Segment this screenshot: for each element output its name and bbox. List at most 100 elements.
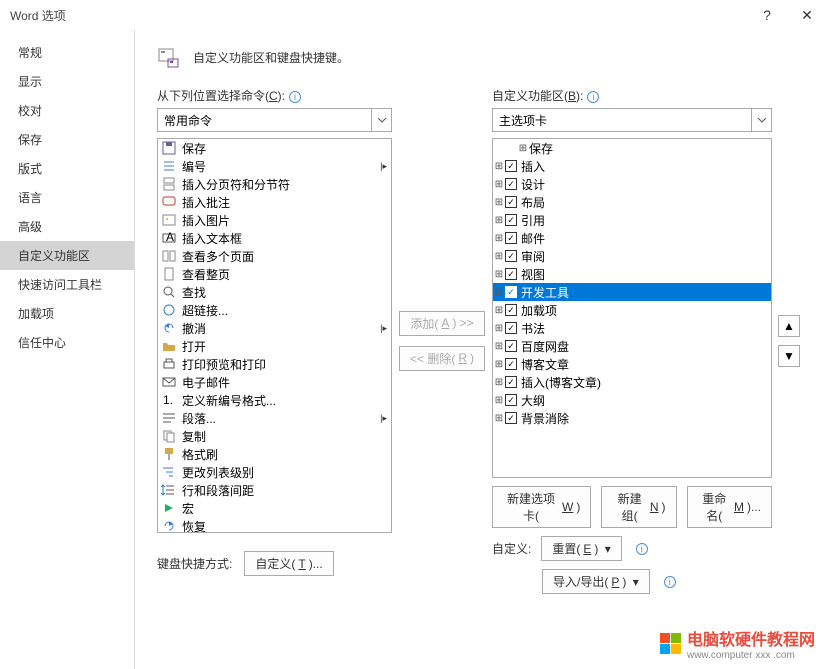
sidebar-item-8[interactable]: 快速访问工具栏	[0, 270, 134, 299]
checkbox[interactable]: ✓	[505, 286, 517, 298]
command-item[interactable]: 格式刷	[158, 445, 391, 463]
expand-icon[interactable]: ⊞	[493, 251, 505, 262]
command-item[interactable]: 复制	[158, 427, 391, 445]
commands-from-combo[interactable]: 常用命令	[157, 108, 392, 132]
sidebar-item-9[interactable]: 加载项	[0, 299, 134, 328]
move-up-button[interactable]: ▲	[778, 315, 800, 337]
sidebar-item-4[interactable]: 版式	[0, 154, 134, 183]
command-item[interactable]: 更改列表级别	[158, 463, 391, 481]
command-item[interactable]: A插入文本框	[158, 229, 391, 247]
checkbox[interactable]: ✓	[505, 394, 517, 406]
checkbox[interactable]: ✓	[505, 412, 517, 424]
command-item[interactable]: 段落...|▸	[158, 409, 391, 427]
command-item[interactable]: 打开	[158, 337, 391, 355]
expand-icon[interactable]: ⊞	[493, 197, 505, 208]
info-icon[interactable]: i	[664, 576, 676, 588]
checkbox[interactable]: ✓	[505, 340, 517, 352]
new-tab-button[interactable]: 新建选项卡(W)	[492, 486, 591, 528]
command-item[interactable]: 插入图片	[158, 211, 391, 229]
command-item[interactable]: 电子邮件	[158, 373, 391, 391]
command-item[interactable]: 行和段落间距	[158, 481, 391, 499]
tree-tab-item[interactable]: ⊞✓插入(博客文章)	[493, 373, 771, 391]
sidebar-item-0[interactable]: 常规	[0, 38, 134, 67]
expand-icon[interactable]: ⊞	[493, 179, 505, 190]
command-item[interactable]: 超链接...	[158, 301, 391, 319]
command-item[interactable]: 保存	[158, 139, 391, 157]
tree-tab-item[interactable]: ⊞✓加载项	[493, 301, 771, 319]
info-icon[interactable]: i	[636, 543, 648, 555]
rename-button[interactable]: 重命名(M)...	[687, 486, 772, 528]
expand-icon[interactable]: ⊞	[493, 395, 505, 406]
chevron-down-icon[interactable]	[751, 109, 771, 131]
sidebar-item-2[interactable]: 校对	[0, 96, 134, 125]
command-item[interactable]: 撤消|▸	[158, 319, 391, 337]
command-item[interactable]: 编号|▸	[158, 157, 391, 175]
expand-icon[interactable]: ⊞	[493, 269, 505, 280]
reset-button[interactable]: 重置(E) ▾	[541, 536, 621, 561]
commands-list[interactable]: 保存编号|▸插入分页符和分节符插入批注插入图片A插入文本框查看多个页面查看整页查…	[157, 138, 392, 533]
expand-icon[interactable]: ⊞	[493, 341, 505, 352]
import-export-button[interactable]: 导入/导出(P) ▾	[542, 569, 650, 594]
tree-tab-item[interactable]: ⊞✓设计	[493, 175, 771, 193]
checkbox[interactable]: ✓	[505, 196, 517, 208]
checkbox[interactable]: ✓	[505, 268, 517, 280]
command-item[interactable]: 查看多个页面	[158, 247, 391, 265]
expand-icon[interactable]: ⊞	[493, 359, 505, 370]
tree-tab-item[interactable]: ⊞✓布局	[493, 193, 771, 211]
expand-icon[interactable]: ⊞	[493, 215, 505, 226]
checkbox[interactable]: ✓	[505, 160, 517, 172]
tree-tab-item[interactable]: ⊞✓审阅	[493, 247, 771, 265]
expand-icon[interactable]: ⊞	[493, 377, 505, 388]
command-item[interactable]: 1.定义新编号格式...	[158, 391, 391, 409]
command-item[interactable]: 恢复	[158, 517, 391, 533]
expand-icon[interactable]: ⊞	[493, 287, 505, 298]
command-item[interactable]: 查看整页	[158, 265, 391, 283]
ribbon-tree[interactable]: ⊞保存⊞✓插入⊞✓设计⊞✓布局⊞✓引用⊞✓邮件⊞✓审阅⊞✓视图⊞✓开发工具⊞✓加…	[492, 138, 772, 478]
command-item[interactable]: 宏	[158, 499, 391, 517]
tree-tab-item[interactable]: ⊞✓邮件	[493, 229, 771, 247]
tree-tab-item[interactable]: ⊞✓插入	[493, 157, 771, 175]
sidebar-item-3[interactable]: 保存	[0, 125, 134, 154]
move-down-button[interactable]: ▼	[778, 345, 800, 367]
sidebar-item-10[interactable]: 信任中心	[0, 328, 134, 357]
info-icon[interactable]: i	[587, 91, 599, 103]
tree-tab-item[interactable]: ⊞✓书法	[493, 319, 771, 337]
tree-tab-item[interactable]: ⊞✓引用	[493, 211, 771, 229]
expand-icon[interactable]: ⊞	[493, 323, 505, 334]
sidebar-item-7[interactable]: 自定义功能区	[0, 241, 134, 270]
ribbon-tabs-combo[interactable]: 主选项卡	[492, 108, 772, 132]
sidebar-item-1[interactable]: 显示	[0, 67, 134, 96]
expand-icon[interactable]: ⊞	[493, 161, 505, 172]
tree-tab-item[interactable]: ⊞✓博客文章	[493, 355, 771, 373]
tree-tab-item[interactable]: ⊞✓背景消除	[493, 409, 771, 427]
info-icon[interactable]: i	[289, 91, 301, 103]
tree-tab-item[interactable]: ⊞✓百度网盘	[493, 337, 771, 355]
checkbox[interactable]: ✓	[505, 214, 517, 226]
checkbox[interactable]: ✓	[505, 322, 517, 334]
sidebar-item-5[interactable]: 语言	[0, 183, 134, 212]
command-item[interactable]: 插入批注	[158, 193, 391, 211]
expand-icon[interactable]: ⊞	[493, 233, 505, 244]
expand-icon[interactable]: ⊞	[493, 305, 505, 316]
new-group-button[interactable]: 新建组(N)	[601, 486, 676, 528]
checkbox[interactable]: ✓	[505, 178, 517, 190]
chevron-down-icon[interactable]	[371, 109, 391, 131]
remove-button[interactable]: << 删除(R)	[399, 346, 485, 371]
tree-tab-item[interactable]: ⊞✓视图	[493, 265, 771, 283]
command-item[interactable]: 打印预览和打印	[158, 355, 391, 373]
customize-shortcuts-button[interactable]: 自定义(T)...	[244, 551, 333, 576]
tree-tab-item[interactable]: ⊞✓开发工具	[493, 283, 771, 301]
command-item[interactable]: 查找	[158, 283, 391, 301]
checkbox[interactable]: ✓	[505, 232, 517, 244]
tree-child-item[interactable]: ⊞保存	[493, 139, 771, 157]
command-item[interactable]: 插入分页符和分节符	[158, 175, 391, 193]
checkbox[interactable]: ✓	[505, 304, 517, 316]
expand-icon[interactable]: ⊞	[493, 413, 505, 424]
sidebar-item-6[interactable]: 高级	[0, 212, 134, 241]
help-button[interactable]: ?	[747, 0, 787, 30]
checkbox[interactable]: ✓	[505, 250, 517, 262]
checkbox[interactable]: ✓	[505, 358, 517, 370]
add-button[interactable]: 添加(A) >>	[399, 311, 484, 336]
close-button[interactable]: ✕	[787, 0, 827, 30]
tree-tab-item[interactable]: ⊞✓大纲	[493, 391, 771, 409]
